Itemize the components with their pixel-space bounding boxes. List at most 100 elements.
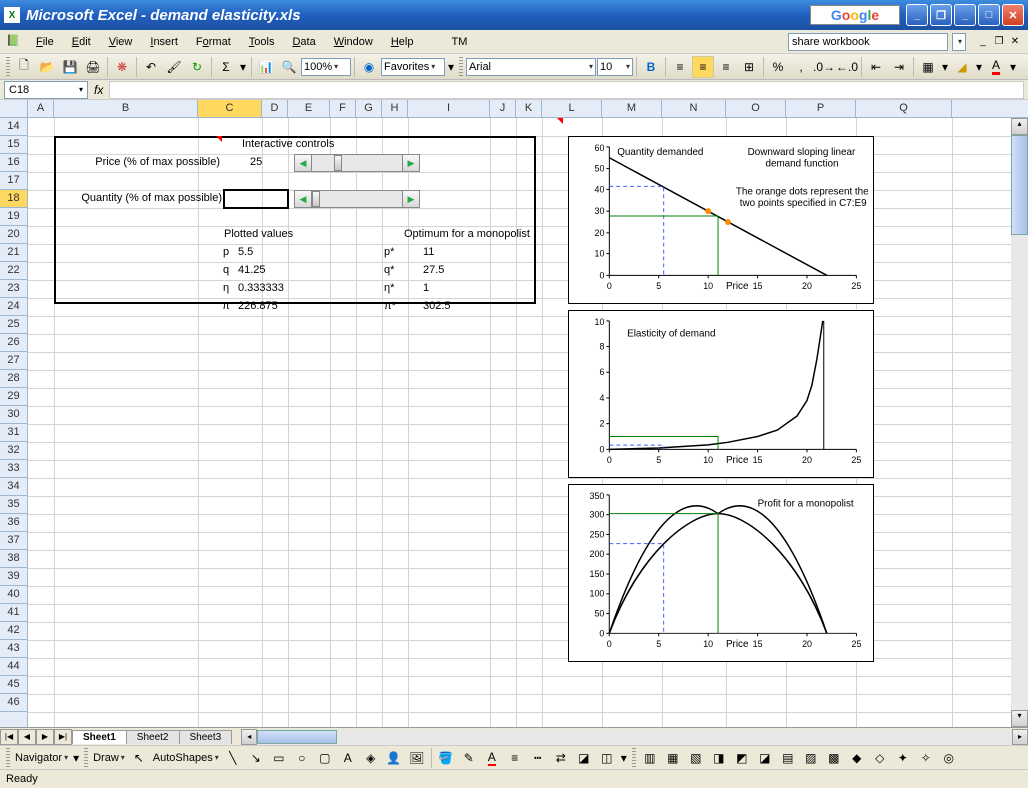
menu-window[interactable]: Window <box>326 34 381 50</box>
scroll-down-button[interactable]: ▾ <box>1011 710 1028 727</box>
align-right-button[interactable]: ≡ <box>715 56 737 78</box>
toolbar-options[interactable]: ▾ <box>446 56 456 78</box>
clipart-button[interactable]: 👤 <box>383 747 405 769</box>
oval-button[interactable]: ○ <box>291 747 313 769</box>
row-header-35[interactable]: 35 <box>0 496 27 514</box>
row-header-28[interactable]: 28 <box>0 370 27 388</box>
col-header-K[interactable]: K <box>516 100 542 117</box>
minimize-button-2[interactable]: _ <box>954 4 976 26</box>
arrow-button[interactable]: ↘ <box>245 747 267 769</box>
borders-button[interactable]: ▦ <box>917 56 939 78</box>
autoshapes-menu[interactable]: AutoShapes▾ <box>151 749 221 767</box>
sheet-tab-sheet2[interactable]: Sheet2 <box>126 730 180 744</box>
close-button[interactable]: ✕ <box>1002 4 1024 26</box>
extra-button-4[interactable]: ◨ <box>708 747 730 769</box>
align-center-button[interactable]: ≡ <box>692 56 714 78</box>
row-header-23[interactable]: 23 <box>0 280 27 298</box>
doc-minimize-button[interactable]: _ <box>976 35 990 49</box>
row-header-44[interactable]: 44 <box>0 658 27 676</box>
grip[interactable] <box>6 748 10 768</box>
extra-button-11[interactable]: ◇ <box>869 747 891 769</box>
extra-button-9[interactable]: ▩ <box>823 747 845 769</box>
increase-decimal-button[interactable]: .0→ <box>813 56 835 78</box>
hscroll-thumb[interactable] <box>257 730 337 744</box>
bold-button[interactable]: B <box>640 56 662 78</box>
name-box[interactable]: C18▾ <box>4 81 88 99</box>
doc-icon[interactable]: 📗 <box>6 34 22 50</box>
line-button[interactable]: ╲ <box>222 747 244 769</box>
toolbar-grip[interactable] <box>6 57 10 77</box>
fill-color-button-2[interactable]: 🪣 <box>435 747 457 769</box>
extra-button-1[interactable]: ▥ <box>639 747 661 769</box>
col-header-N[interactable]: N <box>662 100 726 117</box>
row-header-31[interactable]: 31 <box>0 424 27 442</box>
grip[interactable] <box>84 748 88 768</box>
toolbar-more[interactable]: ▾ <box>71 747 81 769</box>
line-style-button[interactable]: ≡ <box>504 747 526 769</box>
menu-view[interactable]: View <box>101 34 141 50</box>
rectangle-button[interactable]: ▭ <box>268 747 290 769</box>
row-header-46[interactable]: 46 <box>0 694 27 712</box>
favorites-combo[interactable]: Favorites▾ <box>381 58 445 76</box>
diagram-button[interactable]: ◈ <box>360 747 382 769</box>
select-objects-button[interactable]: ↖ <box>128 747 150 769</box>
paintbrush-button[interactable]: 🖌 <box>163 56 185 78</box>
undo-button[interactable]: ↶ <box>140 56 162 78</box>
doc-restore-button[interactable]: ❐ <box>992 35 1006 49</box>
new-button[interactable]: 🗋 <box>13 56 35 78</box>
extra-button-5[interactable]: ◩ <box>731 747 753 769</box>
line-color-button[interactable]: ✎ <box>458 747 480 769</box>
tab-nav-next[interactable]: ▶ <box>36 729 54 745</box>
picture-button[interactable]: 🖼 <box>406 747 428 769</box>
menu-format[interactable]: Format <box>188 34 239 50</box>
menu-tools[interactable]: Tools <box>241 34 283 50</box>
row-header-39[interactable]: 39 <box>0 568 27 586</box>
save-button[interactable]: 💾 <box>59 56 81 78</box>
menu-edit[interactable]: Edit <box>64 34 99 50</box>
font-color-dropdown[interactable]: ▾ <box>1008 56 1018 78</box>
row-header-41[interactable]: 41 <box>0 604 27 622</box>
fill-color-button[interactable]: ◢ <box>951 56 973 78</box>
row-header-15[interactable]: 15 <box>0 136 27 154</box>
scroll-up-button[interactable]: ▴ <box>1011 118 1028 135</box>
select-all-corner[interactable] <box>0 100 28 117</box>
chart-demand[interactable]: 0102030405060 0510152025 Price <box>568 136 874 304</box>
font-combo[interactable]: Arial▾ <box>466 58 596 76</box>
maximize-button[interactable]: □ <box>978 4 1000 26</box>
row-header-25[interactable]: 25 <box>0 316 27 334</box>
col-header-B[interactable]: B <box>54 100 198 117</box>
extra-button-8[interactable]: ▨ <box>800 747 822 769</box>
row-header-17[interactable]: 17 <box>0 172 27 190</box>
fx-icon[interactable]: fx <box>94 83 103 97</box>
print-button[interactable]: 🖨 <box>82 56 104 78</box>
row-header-29[interactable]: 29 <box>0 388 27 406</box>
grip[interactable] <box>632 748 636 768</box>
price-spin-track[interactable] <box>312 154 402 172</box>
shadow-button[interactable]: ◪ <box>573 747 595 769</box>
font-color-button[interactable]: A <box>985 56 1007 78</box>
increase-indent-button[interactable]: ⇥ <box>888 56 910 78</box>
chart-button[interactable]: 📊 <box>255 56 277 78</box>
extra-button-13[interactable]: ✧ <box>915 747 937 769</box>
col-header-D[interactable]: D <box>262 100 288 117</box>
vertical-scrollbar[interactable]: ▴ ▾ <box>1011 118 1028 727</box>
scroll-thumb[interactable] <box>1011 135 1028 235</box>
col-header-C[interactable]: C <box>198 100 262 117</box>
draw-more[interactable]: ▾ <box>619 747 629 769</box>
decrease-decimal-button[interactable]: ←.0 <box>836 56 858 78</box>
row-header-32[interactable]: 32 <box>0 442 27 460</box>
extra-button-14[interactable]: ◎ <box>938 747 960 769</box>
row-header-34[interactable]: 34 <box>0 478 27 496</box>
col-header-E[interactable]: E <box>288 100 330 117</box>
scroll-right-button[interactable]: ▸ <box>1012 729 1028 745</box>
extra-button-2[interactable]: ▦ <box>662 747 684 769</box>
tab-nav-last[interactable]: ▶| <box>54 729 72 745</box>
menu-insert[interactable]: Insert <box>142 34 186 50</box>
col-header-P[interactable]: P <box>786 100 856 117</box>
borders-dropdown[interactable]: ▾ <box>940 56 950 78</box>
google-search-box[interactable]: Google <box>810 5 900 25</box>
chart-elasticity[interactable]: 0246810 0510152025 Price Elasticity of d… <box>568 310 874 478</box>
dash-style-button[interactable]: ┅ <box>527 747 549 769</box>
col-header-L[interactable]: L <box>542 100 602 117</box>
comma-button[interactable]: , <box>790 56 812 78</box>
